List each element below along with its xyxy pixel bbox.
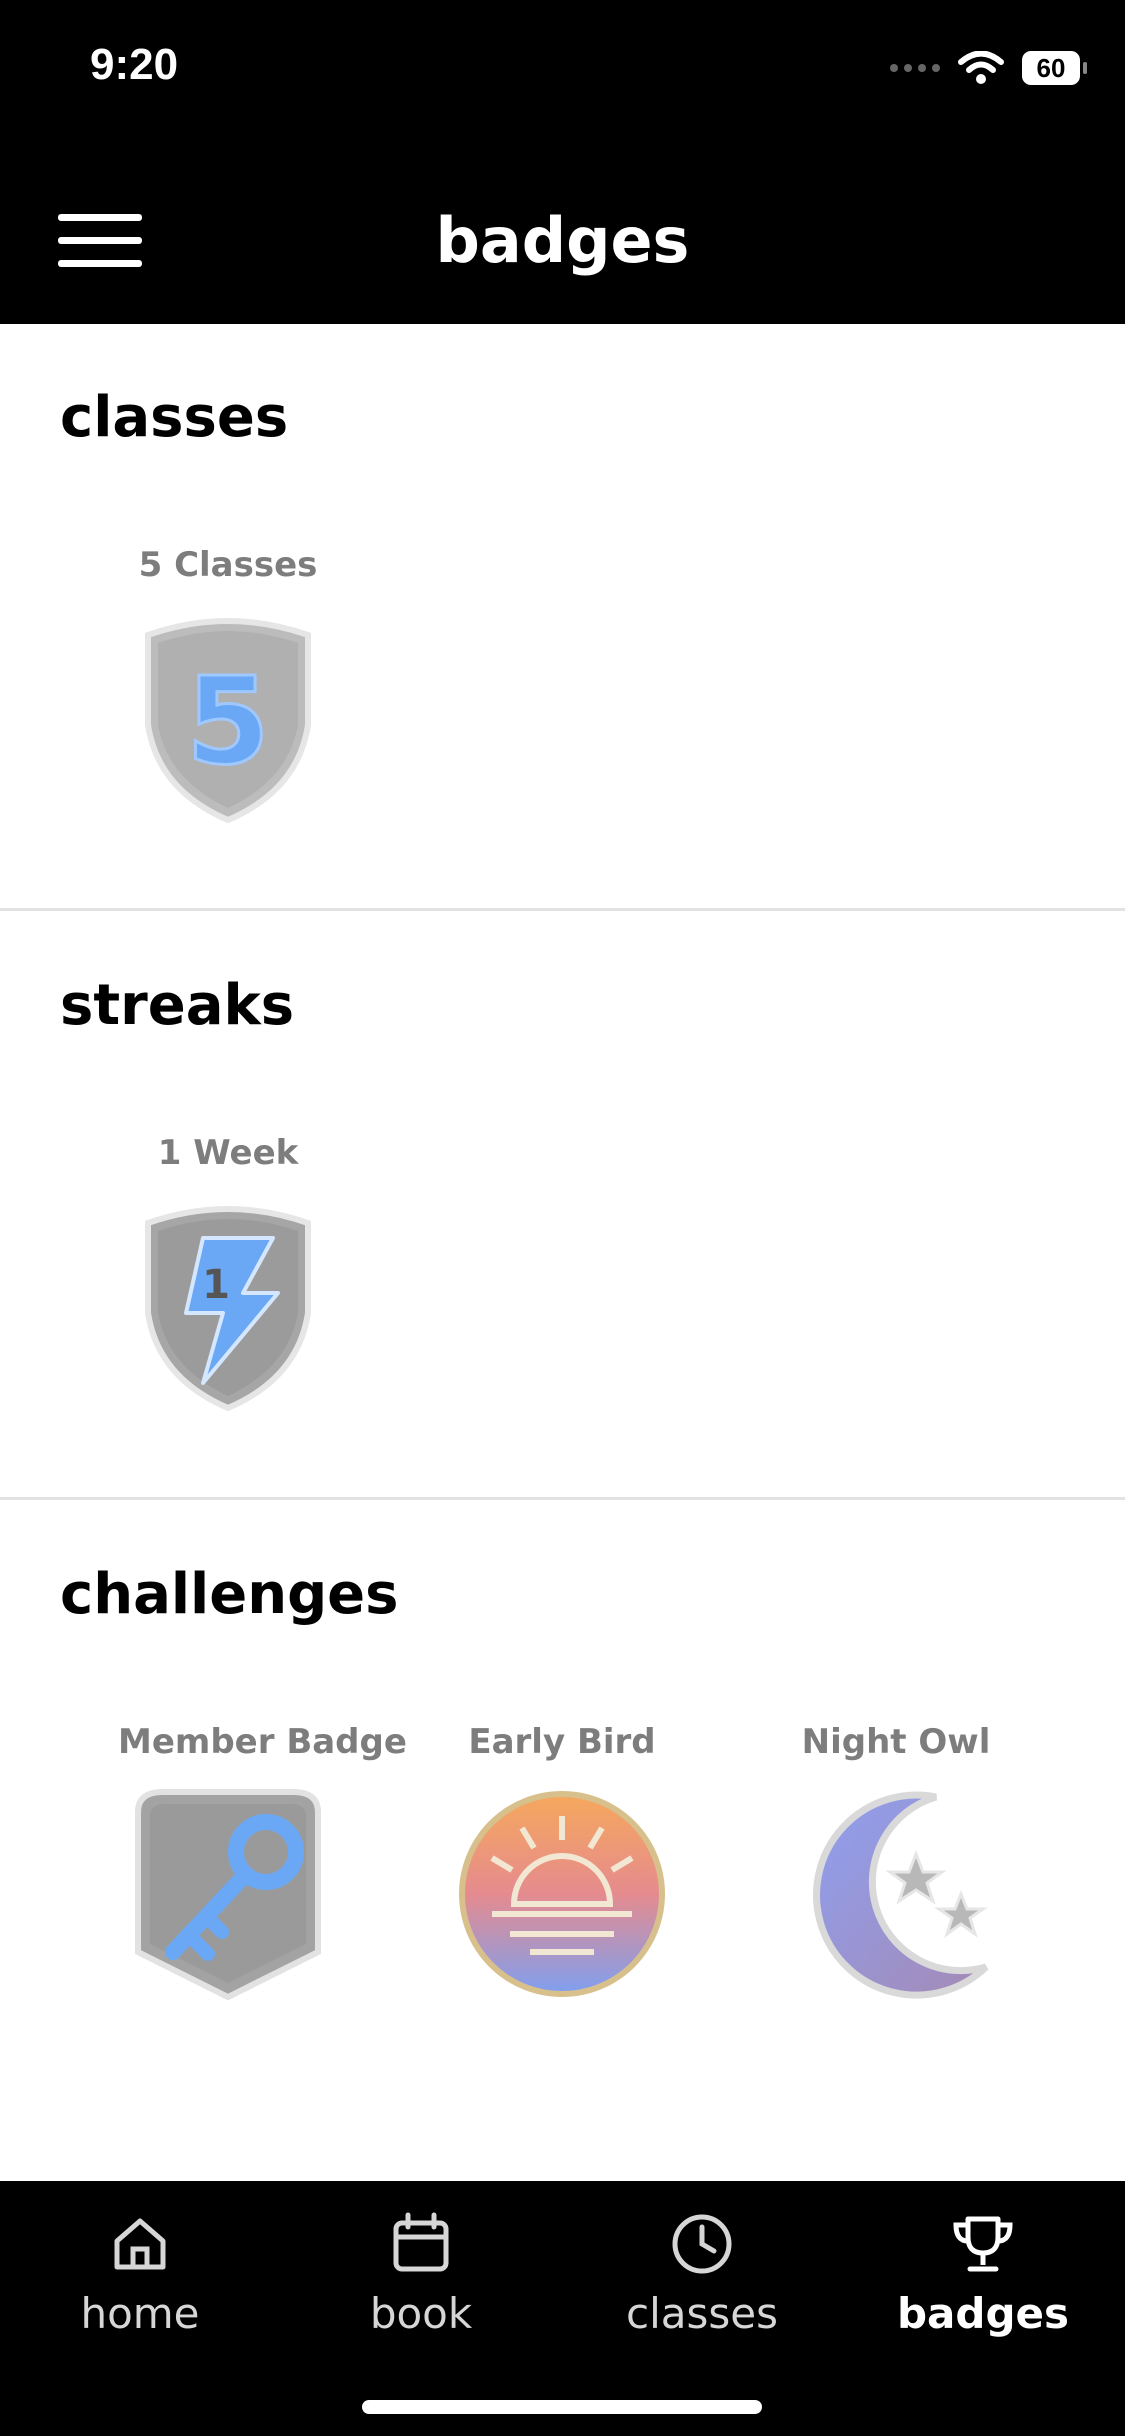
page-title: badges	[435, 204, 690, 277]
status-indicators: 60	[890, 46, 1087, 90]
battery-icon: 60	[1022, 51, 1087, 85]
section-title-classes: classes	[60, 385, 289, 450]
section-divider	[0, 908, 1125, 911]
app-header: badges	[0, 138, 1125, 324]
status-bar: 9:20 60	[0, 0, 1125, 138]
badge-night-owl[interactable]: Night Owl	[786, 1722, 1006, 2006]
trophy-icon	[953, 2216, 1013, 2272]
one-week-lightning-shield-icon: 1	[145, 1206, 311, 1412]
badge-label: 5 Classes	[138, 545, 318, 585]
sunrise-badge-icon	[459, 1791, 665, 1997]
cellular-signal-icon	[890, 64, 940, 72]
tab-label: classes	[626, 2289, 778, 2338]
svg-text:5: 5	[186, 653, 270, 792]
tab-home[interactable]: home	[30, 2211, 250, 2338]
tab-label: book	[369, 2289, 473, 2338]
section-title-streaks: streaks	[60, 973, 295, 1038]
tab-badges[interactable]: badges	[873, 2211, 1093, 2338]
section-divider	[0, 1497, 1125, 1500]
section-title-challenges: challenges	[60, 1562, 399, 1627]
wifi-icon	[958, 51, 1004, 84]
five-classes-shield-icon: 5	[145, 618, 311, 824]
badge-early-bird[interactable]: Early Bird	[452, 1722, 672, 2006]
badge-label: Early Bird	[468, 1722, 656, 1762]
status-time: 9:20	[90, 40, 179, 89]
clock-icon	[672, 2214, 732, 2274]
badge-member[interactable]: Member Badge	[118, 1722, 407, 2006]
badge-1-week[interactable]: 1 Week 1	[118, 1133, 338, 1417]
calendar-icon	[393, 2212, 449, 2272]
home-indicator	[362, 2400, 762, 2414]
tab-label: home	[80, 2289, 200, 2338]
badge-5-classes[interactable]: 5 Classes 5	[118, 545, 338, 829]
badge-label: 1 Week	[157, 1133, 299, 1173]
bottom-tab-bar: home book classes badges	[0, 2181, 1125, 2436]
svg-text:1: 1	[202, 1262, 230, 1308]
badge-label: Member Badge	[118, 1722, 407, 1762]
home-icon	[114, 2218, 166, 2270]
badge-label: Night Owl	[801, 1722, 991, 1762]
tab-classes[interactable]: classes	[592, 2211, 812, 2338]
tab-book[interactable]: book	[311, 2211, 531, 2338]
key-badge-icon	[135, 1789, 321, 2001]
moon-stars-badge-icon	[813, 1791, 989, 1999]
tab-label: badges	[896, 2289, 1070, 2338]
